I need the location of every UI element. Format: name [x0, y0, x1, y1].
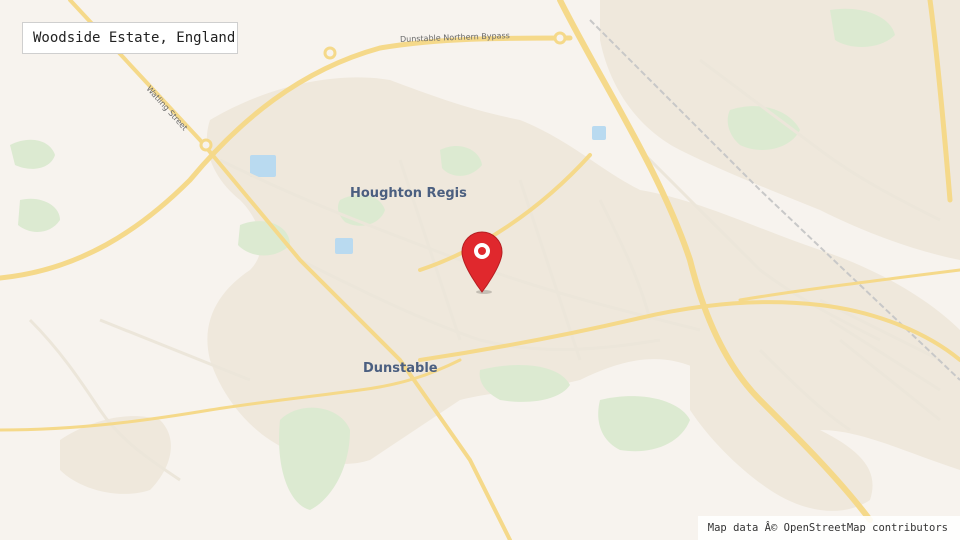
- map-pin-icon[interactable]: [460, 230, 504, 294]
- map-attribution: Map data Â© OpenStreetMap contributors: [697, 516, 960, 540]
- location-title: Woodside Estate, England: [22, 22, 238, 54]
- town-label-dunstable: Dunstable: [363, 361, 438, 376]
- town-label-houghton-regis: Houghton Regis: [350, 186, 467, 201]
- map-view[interactable]: Dunstable Northern Bypass Watling Street…: [0, 0, 960, 540]
